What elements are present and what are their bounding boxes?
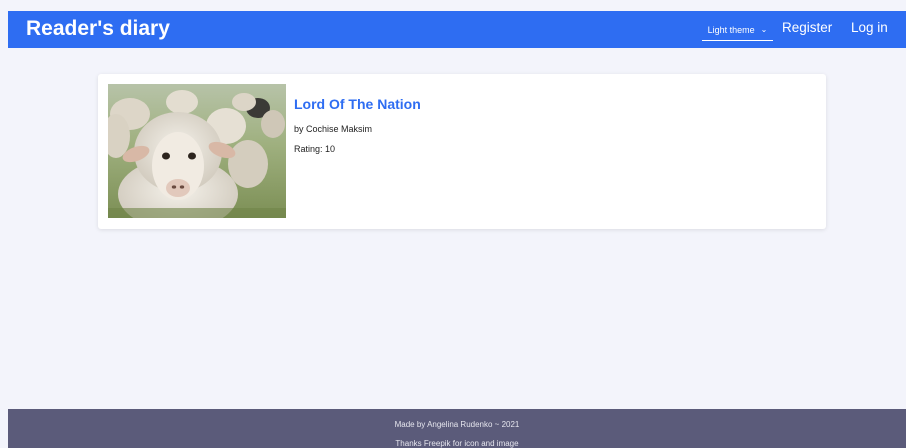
book-author: by Cochise Maksim <box>294 124 373 134</box>
chevron-down-icon: ⌄ <box>760 25 768 34</box>
brand-title[interactable]: Reader's diary <box>26 17 170 41</box>
top-navbar: Reader's diary Light theme ⌄ Register Lo… <box>8 11 906 48</box>
book-cover-image[interactable] <box>108 84 286 218</box>
page-footer: Made by Angelina Rudenko ~ 2021 Thanks F… <box>8 409 906 448</box>
theme-select-value: Light theme <box>707 24 755 35</box>
book-card[interactable]: Lord Of The Nation by Cochise Maksim Rat… <box>98 74 826 229</box>
footer-thanks: Thanks Freepik for icon and image <box>395 439 519 448</box>
theme-select[interactable]: Light theme ⌄ <box>702 19 773 41</box>
book-rating: Rating: 10 <box>294 144 336 154</box>
book-title-link[interactable]: Lord Of The Nation <box>294 96 421 112</box>
register-link[interactable]: Register <box>782 20 832 35</box>
login-link[interactable]: Log in <box>851 20 888 35</box>
footer-credit: Made by Angelina Rudenko ~ 2021 <box>394 420 520 429</box>
sheep-photo-icon <box>108 84 286 218</box>
